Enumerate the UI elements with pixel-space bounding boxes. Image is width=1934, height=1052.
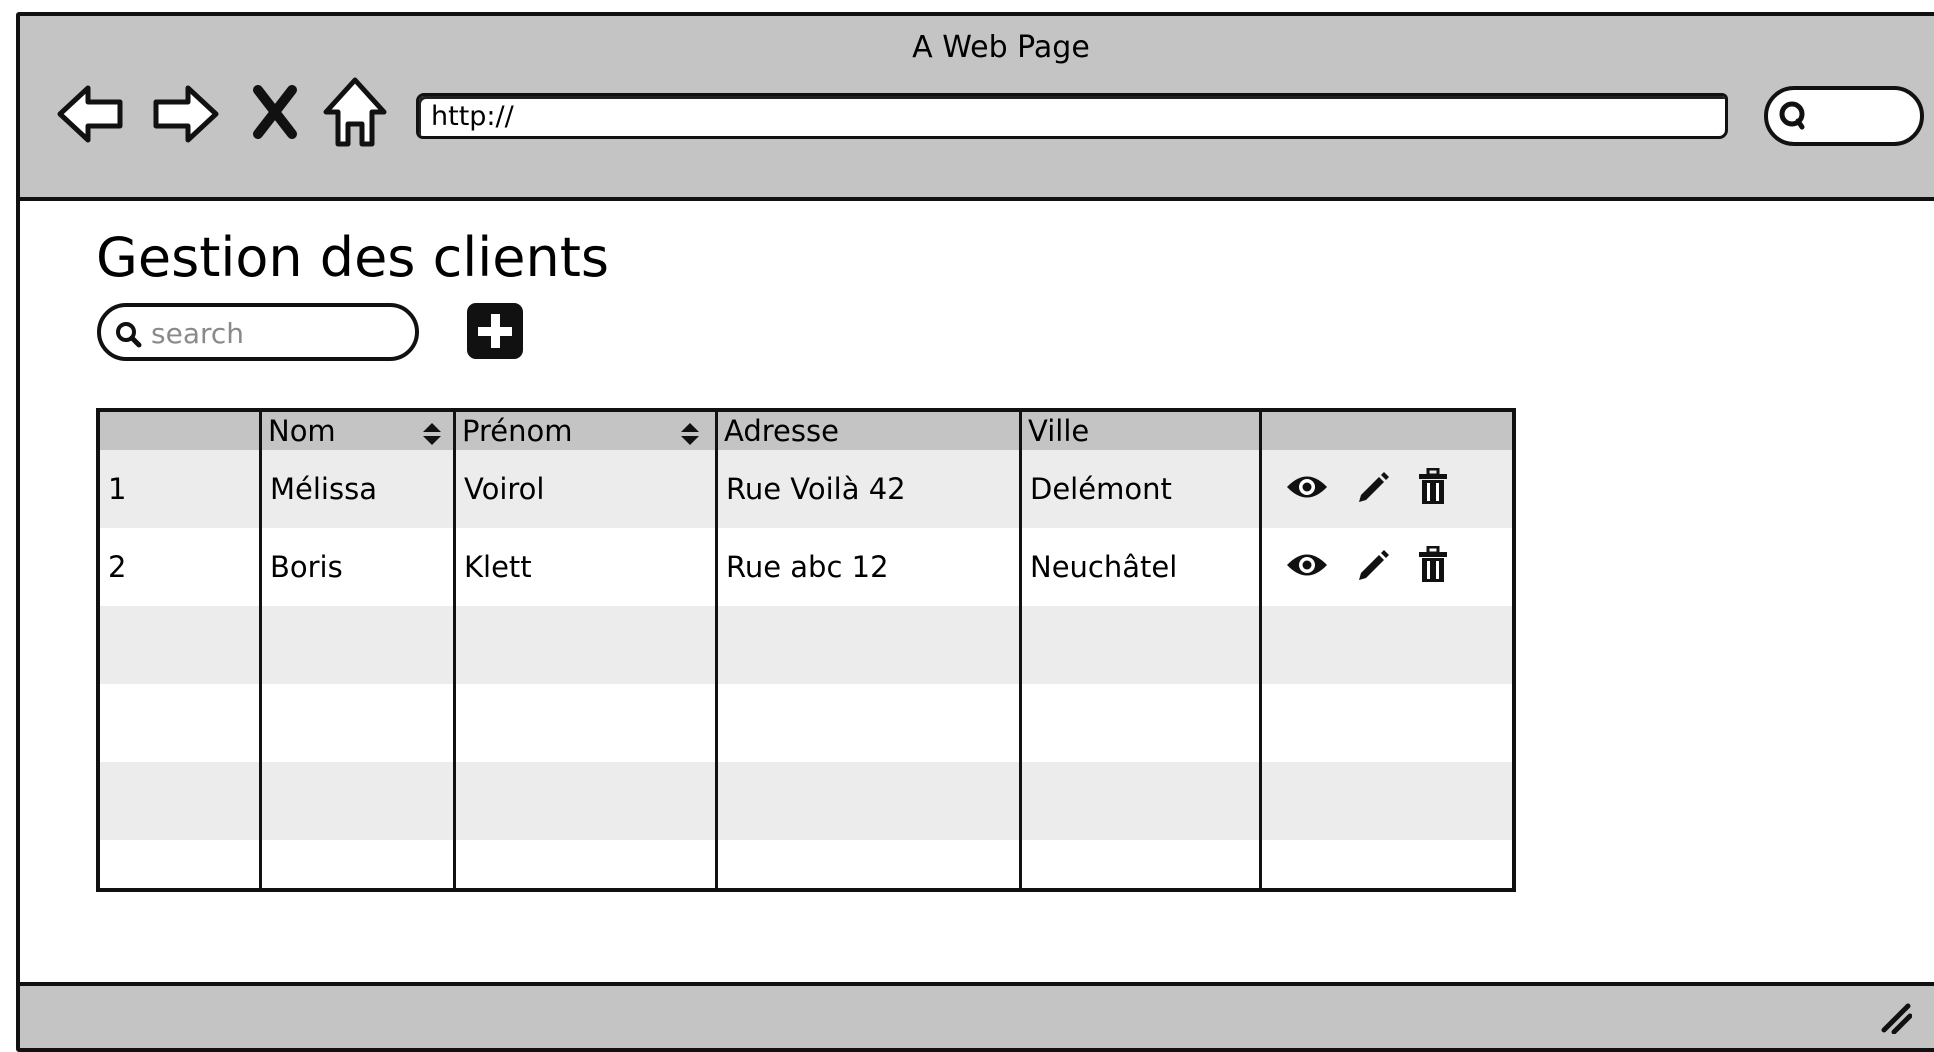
cell-id: 1 — [108, 472, 127, 506]
column-header-ville: Ville — [1028, 414, 1090, 448]
table-row: 1 Mélissa Voirol Rue Voilà 42 Delémont — [100, 450, 1512, 528]
trash-icon[interactable] — [1417, 545, 1449, 588]
row-actions — [1285, 450, 1449, 528]
cell-nom: Boris — [270, 550, 343, 584]
trash-icon[interactable] — [1417, 467, 1449, 510]
column-divider — [259, 412, 262, 888]
forward-arrow-icon[interactable] — [150, 78, 222, 150]
column-header-adresse: Adresse — [724, 414, 839, 448]
browser-window: A Web Page http:// Gestion des clients s… — [16, 12, 1934, 1052]
table-header: Nom Prénom Adresse Ville — [100, 412, 1512, 450]
resize-grip-icon[interactable] — [1878, 1000, 1913, 1038]
column-divider — [1019, 412, 1022, 888]
column-header-actions — [1262, 412, 1512, 450]
search-icon — [1778, 100, 1810, 136]
pencil-icon[interactable] — [1355, 547, 1391, 587]
cell-prenom: Klett — [464, 550, 532, 584]
column-header-label: Prénom — [462, 414, 573, 448]
window-title: A Web Page — [912, 30, 1090, 65]
search-input[interactable] — [151, 315, 401, 351]
add-client-button[interactable] — [467, 303, 523, 359]
back-arrow-icon[interactable] — [54, 78, 126, 150]
column-divider — [715, 412, 718, 888]
column-divider — [1259, 412, 1262, 888]
cell-ville: Neuchâtel — [1030, 550, 1178, 584]
table-row-empty — [100, 606, 1512, 684]
cell-nom: Mélissa — [270, 472, 377, 506]
status-bar — [20, 982, 1934, 1048]
url-text: http:// — [431, 101, 514, 132]
row-actions — [1285, 528, 1449, 606]
search-icon — [114, 320, 142, 352]
home-icon[interactable] — [320, 72, 390, 152]
cell-adresse: Rue abc 12 — [726, 550, 889, 584]
table-row-empty — [100, 684, 1512, 762]
table-row: 2 Boris Klett Rue abc 12 Neuchâtel — [100, 528, 1512, 606]
table-row-empty — [100, 840, 1512, 888]
browser-toolbar: A Web Page http:// — [20, 16, 1934, 201]
table-row-empty — [100, 762, 1512, 840]
column-header-index — [100, 412, 260, 450]
stop-x-icon[interactable] — [250, 84, 300, 140]
eye-icon[interactable] — [1285, 550, 1329, 584]
page-title: Gestion des clients — [96, 226, 610, 289]
pencil-icon[interactable] — [1355, 469, 1391, 509]
cell-prenom: Voirol — [464, 472, 545, 506]
browser-search-field[interactable] — [1764, 86, 1924, 146]
column-header-prenom[interactable]: Prénom — [456, 412, 716, 450]
page-content: Gestion des clients Nom Prénom — [20, 201, 1934, 1048]
client-search-box[interactable] — [97, 303, 419, 361]
cell-id: 2 — [108, 550, 127, 584]
cell-adresse: Rue Voilà 42 — [726, 472, 906, 506]
column-header-label: Nom — [268, 414, 336, 448]
clients-table: Nom Prénom Adresse Ville 1 Mélissa Voiro… — [96, 408, 1516, 892]
cell-ville: Delémont — [1030, 472, 1172, 506]
column-divider — [453, 412, 456, 888]
url-bar[interactable]: http:// — [416, 93, 1728, 139]
eye-icon[interactable] — [1285, 472, 1329, 506]
column-header-nom[interactable]: Nom — [262, 412, 454, 450]
